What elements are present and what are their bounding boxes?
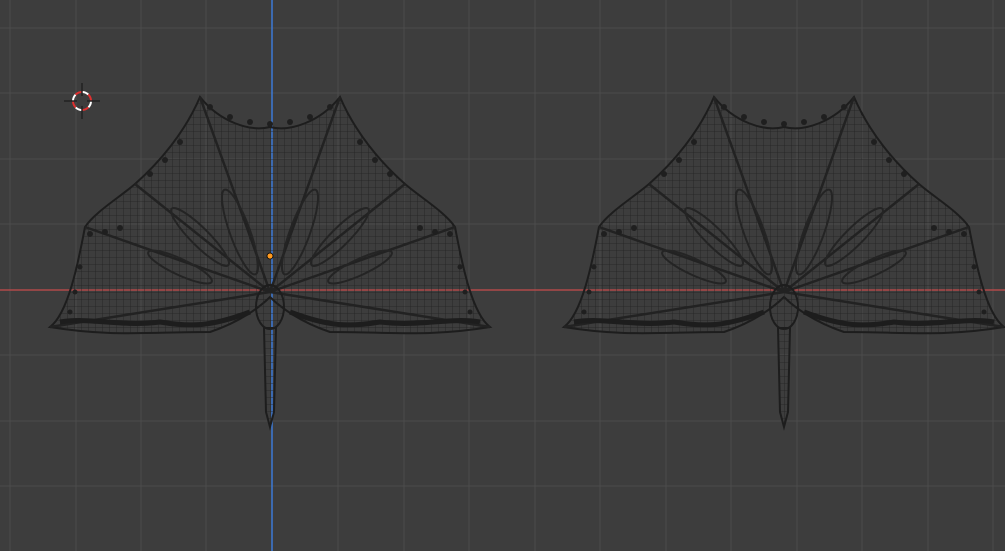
wireframe-bat-right[interactable] [564, 97, 1004, 427]
object-origin-icon [266, 252, 274, 260]
viewport-canvas[interactable] [0, 0, 1005, 551]
3d-cursor-icon[interactable] [64, 83, 100, 119]
wireframe-bat-left[interactable] [50, 97, 490, 427]
3d-viewport[interactable] [0, 0, 1005, 551]
